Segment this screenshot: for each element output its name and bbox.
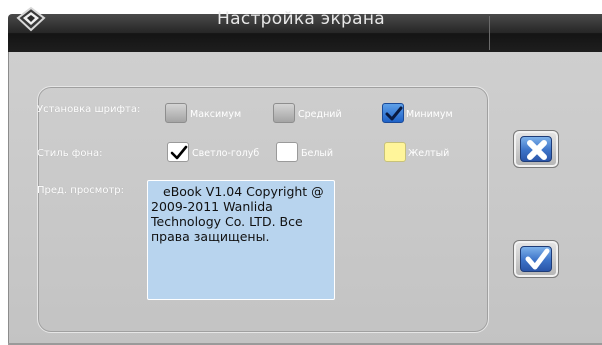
cancel-button[interactable] (513, 130, 559, 168)
bg-lightblue-checkbox[interactable] (167, 142, 189, 162)
font-max-checkbox[interactable] (165, 103, 187, 123)
font-min-checkbox[interactable] (382, 103, 404, 123)
font-max-label: Максимум (190, 109, 242, 120)
bg-yellow-label: Желтый (408, 148, 450, 159)
bg-lightblue-label: Светло-голуб (192, 148, 260, 159)
bg-yellow-checkbox[interactable] (384, 142, 406, 162)
bg-white-checkbox[interactable] (276, 142, 298, 162)
checkmark-icon (385, 106, 403, 121)
bg-white-label: Белый (301, 148, 334, 159)
checkmark-icon (525, 248, 550, 270)
font-setting-label: Установка шрифта: (37, 104, 141, 115)
screen-settings-window: Настройка экрана Установка шрифта: Макси… (0, 0, 602, 345)
close-x-icon (527, 140, 547, 160)
checkmark-icon (170, 145, 188, 160)
font-min-label: Минимум (406, 109, 453, 120)
confirm-button[interactable] (513, 240, 559, 278)
font-medium-checkbox[interactable] (273, 103, 295, 123)
font-medium-label: Средний (298, 109, 342, 120)
background-style-label: Стиль фона: (37, 148, 103, 159)
preview-text-box: eBook V1.04 Copyright @ 2009-2011 Wanlid… (147, 180, 335, 300)
preview-label: Пред. просмотр: (37, 185, 124, 196)
preview-text: eBook V1.04 Copyright @ 2009-2011 Wanlid… (151, 184, 324, 244)
window-title: Настройка экрана (217, 9, 385, 29)
